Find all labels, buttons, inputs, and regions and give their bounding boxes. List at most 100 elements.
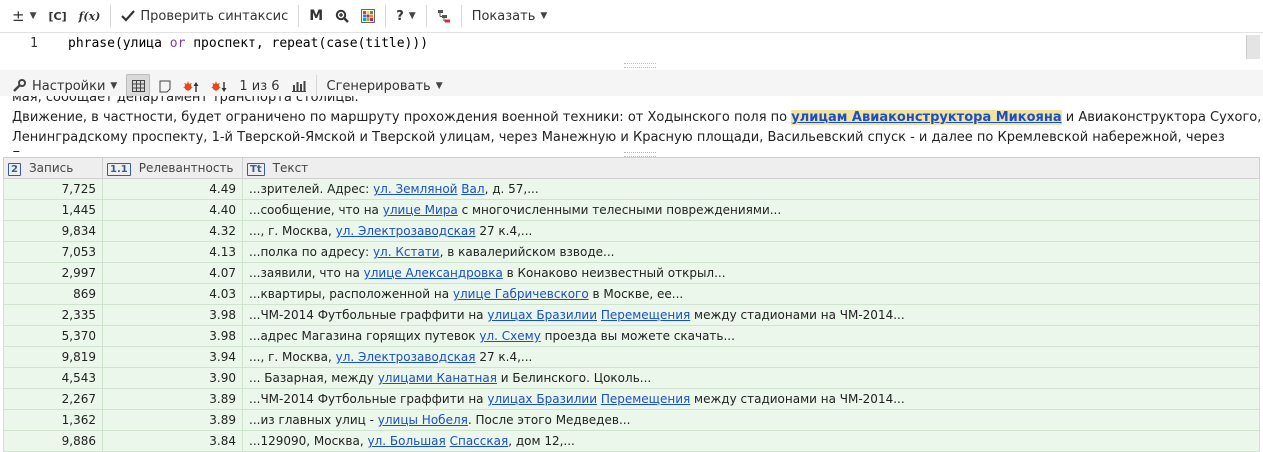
match-link[interactable]: ул. Большая [367,434,445,448]
table-row[interactable]: 9,834 4.32..., г. Москва, ул. Электрозаво… [3,220,1260,242]
match-link[interactable]: улице Мира [383,203,458,217]
color-grid-button[interactable] [355,4,381,28]
table-row[interactable]: 2,335 3.98 ...ЧМ-2014 Футбольные граффити … [3,304,1260,326]
chart-button[interactable] [286,74,312,98]
check-syntax-button[interactable]: Проверить синтаксис [115,4,294,28]
relevance-cell: 4.03 [102,283,243,305]
chevron-down-icon: ▼ [435,81,443,91]
text-cell: ...сообщение, что на улице Мира с многоч… [242,199,1260,221]
text-fragment: в Москве, ее... [588,287,684,301]
float-type-icon: 1.1 [107,162,131,176]
text-cell: ...полка по адресу: ул. Кстати, в кавале… [242,241,1260,263]
text-cell: ...129090, Москва, ул. Большая Спасская,… [242,430,1260,452]
text-fragment: с многочисленными телесными повреждениям… [457,203,782,217]
plus-minus-button[interactable]: ± ▼ [0,4,43,28]
match-link[interactable]: улицах Бразилии [487,392,597,406]
match-link[interactable]: ул. Электрозаводская [336,224,476,238]
table-row[interactable]: 1,362 3.89 ...из главных улиц - улицы Нобе… [3,409,1260,431]
m-button[interactable]: M [303,4,329,28]
match-link[interactable]: улицы Нобеля [378,413,468,427]
show-dropdown[interactable]: Показать ▼ [466,4,554,28]
relevance-cell: 4.40 [102,199,243,221]
table-row[interactable]: 1,445 4.40 ...сообщение, что на улице Мира… [3,199,1260,221]
toolbar-divider [425,5,427,27]
help-button[interactable]: ? ▼ [390,4,421,28]
resize-handle[interactable] [624,63,656,68]
document-view-button[interactable] [153,74,177,98]
table-row[interactable]: 869 4.03 ...квартиры, расположенной на ули… [3,283,1260,305]
zoom-button[interactable] [329,4,355,28]
match-link[interactable]: улице Габричевского [453,287,589,301]
sort-down-button[interactable] [205,74,233,98]
query-editor[interactable]: 1 phrase(улица or проспект, repeat(case(… [0,32,1263,69]
table-row[interactable]: 9,819 3.94..., г. Москва, ул. Электрозаво… [3,346,1260,368]
text-cell: ...ЧМ-2014 Футбольные граффити на улицах… [242,388,1260,410]
text-fragment: . После этого Медведев... [467,413,631,427]
relevance-cell: 3.98 [102,325,243,347]
wrench-icon [13,79,26,92]
relevance-cell: 4.13 [102,241,243,263]
column-header-relevance[interactable]: 1.1 Релевантность [102,157,243,179]
chevron-down-icon: ▼ [408,11,416,21]
tree-button[interactable] [431,4,457,28]
preview-text: Движение, в частности, будет ограничено … [12,110,792,125]
match-link[interactable]: Вал [461,182,484,196]
table-view-button[interactable] [126,74,151,98]
results-table: 2 Запись 1.1 Релевантность Tt Текст 7,725 4.… [3,157,1260,452]
sort-up-icon [183,80,199,92]
function-button[interactable]: f(x) [73,4,107,28]
chevron-down-icon: ▼ [110,81,118,91]
m-label: M [309,8,324,24]
tree-icon [437,10,450,23]
text-fragment: ..., г. Москва, [249,224,336,238]
text-type-icon: Tt [247,162,265,176]
match-link[interactable]: улицах Бразилии [487,308,597,322]
plus-minus-icon: ± [12,7,25,25]
match-link[interactable]: Перемещения [601,392,690,406]
relevance-cell: 3.89 [102,388,243,410]
text-fragment: ...ЧМ-2014 Футбольные граффити на [249,308,488,322]
match-link[interactable]: ул. Схему [479,329,540,343]
match-link[interactable]: Перемещения [601,308,690,322]
query-code[interactable]: phrase(улица or проспект, repeat(case(ti… [68,36,428,51]
relevance-cell: 4.32 [102,220,243,242]
code-keyword: or [169,36,186,51]
record-cell: 2,997 [3,262,103,284]
text-cell: ..., г. Москва, ул. Электрозаводская 27 … [242,220,1260,242]
table-row[interactable]: 4,543 3.90... Базарная, между улицами Кан… [3,367,1260,389]
record-cell: 4,543 [3,367,103,389]
checkmark-icon [121,10,136,22]
table-row[interactable]: 2,997 4.07 ...заявили, что на улице Алекса… [3,262,1260,284]
column-header-record[interactable]: 2 Запись [3,157,103,179]
generate-dropdown[interactable]: Сгенерировать ▼ [321,74,449,98]
page-info-label: 1 из 6 [239,78,280,94]
zoom-icon [336,9,350,23]
bracket-c-button[interactable]: [C] [43,4,73,28]
record-cell: 9,819 [3,346,103,368]
preview-line: Ленинградскому проспекту, 1-й Тверской-Я… [12,130,1225,152]
match-link[interactable]: ул. Электрозаводская [336,350,476,364]
column-header-label: Текст [272,160,309,175]
match-link[interactable]: ул. Земляной [373,182,457,196]
line-number: 1 [30,36,38,51]
preview-line: мая, сообщает департамент транспорта сто… [12,96,359,105]
text-fragment: между стадионами на ЧМ-2014... [690,392,905,406]
record-cell: 9,834 [3,220,103,242]
table-row[interactable]: 7,725 4.49 ...зрителей. Адрес: ул. Земляно… [3,178,1260,200]
table-row[interactable]: 2,267 3.89 ...ЧМ-2014 Футбольные граффити … [3,388,1260,410]
match-link[interactable]: улицами Канатная [378,371,497,385]
toolbar-divider [110,5,112,27]
results-body: 7,725 4.49 ...зрителей. Адрес: ул. Земляно… [3,178,1260,452]
editor-scrollbar[interactable] [1246,35,1260,59]
relevance-cell: 3.98 [102,304,243,326]
text-fragment: ...сообщение, что на [249,203,383,217]
match-link[interactable]: улице Александровка [364,266,503,280]
table-row[interactable]: 9,886 3.84 ...129090, Москва, ул. Большая … [3,430,1260,452]
column-header-text[interactable]: Tt Текст [242,157,1260,179]
table-row[interactable]: 5,370 3.98 ...адрес Магазина горящих путев… [3,325,1260,347]
match-link[interactable]: Спасская [450,434,509,448]
match-link[interactable]: ул. Кстати [373,245,440,259]
sort-up-button[interactable] [177,74,205,98]
settings-dropdown[interactable]: Настройки ▼ [0,74,123,98]
table-row[interactable]: 7,053 4.13 ...полка по адресу: ул. Кстати,… [3,241,1260,263]
